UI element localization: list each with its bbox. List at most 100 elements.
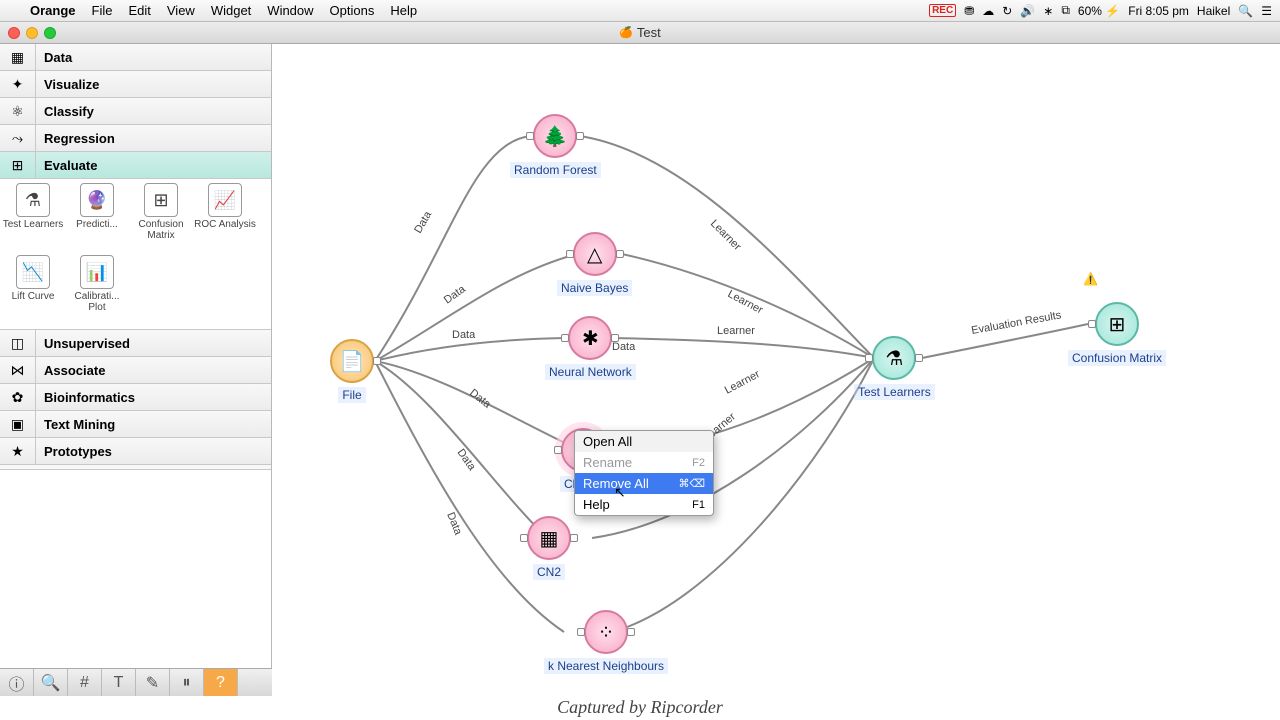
widget-lift-curve[interactable]: 📉Lift Curve (2, 255, 64, 325)
window-titlebar: Test (0, 22, 1280, 44)
category-label: Evaluate (36, 158, 97, 173)
clock[interactable]: Fri 8:05 pm (1128, 4, 1189, 18)
node-icon[interactable]: ▦ (527, 516, 571, 560)
volume-icon[interactable]: 🔊 (1020, 4, 1035, 18)
ctx-rename[interactable]: RenameF2 (575, 452, 713, 473)
tool-zoom[interactable]: 🔍 (34, 669, 68, 696)
window-title: Test (619, 25, 661, 40)
tool-grid[interactable]: # (68, 669, 102, 696)
category-regression[interactable]: ⤳Regression (0, 125, 271, 152)
menu-widget[interactable]: Widget (203, 3, 259, 18)
menu-edit[interactable]: Edit (120, 3, 158, 18)
tool-info[interactable]: ⓘ (0, 669, 34, 696)
notifications-icon[interactable]: ☰ (1261, 4, 1272, 18)
category-label: Unsupervised (36, 336, 130, 351)
maximize-button[interactable] (44, 27, 56, 39)
context-menu: Open All RenameF2 Remove All⌘⌫ HelpF1 (574, 430, 714, 516)
widget-confusion-matrix[interactable]: ⊞Confusion Matrix (130, 183, 192, 253)
menu-window[interactable]: Window (259, 3, 321, 18)
category-evaluate[interactable]: ⊞Evaluate (0, 152, 271, 179)
node-label: Naive Bayes (557, 280, 632, 296)
category-associate[interactable]: ⋈Associate (0, 357, 271, 384)
category-prototypes[interactable]: ★Prototypes (0, 438, 271, 465)
widget-label: Lift Curve (12, 291, 55, 302)
warning-icon: ⚠️ (1083, 272, 1098, 286)
category-data[interactable]: ▦Data (0, 44, 271, 71)
canvas-links: Data Data Data Data Data Data Data Learn… (272, 44, 1280, 692)
user-name[interactable]: Haikel (1197, 4, 1230, 18)
macos-menubar: Orange File Edit View Widget Window Opti… (0, 0, 1280, 22)
sync-icon[interactable]: ☁ (982, 4, 994, 18)
category-classify[interactable]: ⚛Classify (0, 98, 271, 125)
node-knn[interactable]: ⁘ k Nearest Neighbours (544, 610, 668, 674)
menu-help[interactable]: Help (382, 3, 425, 18)
node-cn2[interactable]: ▦CN2 (527, 516, 571, 580)
category-label: Associate (36, 363, 105, 378)
node-rf[interactable]: 🌲 Random Forest (510, 114, 601, 178)
widget-icon: ⚗ (16, 183, 50, 217)
regression-icon: ⤳ (0, 125, 36, 151)
widget-label: Calibrati... Plot (66, 291, 128, 313)
ctx-open-all[interactable]: Open All (575, 431, 713, 452)
widget-icon: 📈 (208, 183, 242, 217)
workflow-canvas[interactable]: Data Data Data Data Data Data Data Learn… (272, 44, 1280, 692)
category-text-mining[interactable]: ▣Text Mining (0, 411, 271, 438)
menu-view[interactable]: View (159, 3, 203, 18)
node-icon[interactable]: ⚗ (872, 336, 916, 380)
node-icon[interactable]: 📄 (330, 339, 374, 383)
widget-roc-analysis[interactable]: 📈 ROC Analysis (194, 183, 256, 253)
node-label: File (338, 387, 365, 403)
prototypes-icon: ★ (0, 438, 36, 464)
text-mining-icon: ▣ (0, 411, 36, 437)
tool-help[interactable]: ? (204, 669, 238, 696)
node-icon[interactable]: ⁘ (584, 610, 628, 654)
menu-options[interactable]: Options (322, 3, 383, 18)
widget-predicti-[interactable]: 🔮Predicti... (66, 183, 128, 253)
widget-label: ROC Analysis (194, 219, 256, 230)
widget-calibrati-plot[interactable]: 📊Calibrati... Plot (66, 255, 128, 325)
ctx-remove-all[interactable]: Remove All⌘⌫ (575, 473, 713, 494)
widget-label: Predicti... (76, 219, 118, 230)
node-icon[interactable]: ⊞ (1095, 302, 1139, 346)
spotlight-icon[interactable]: 🔍 (1238, 4, 1253, 18)
category-visualize[interactable]: ✦Visualize (0, 71, 271, 98)
node-icon[interactable]: 🌲 (533, 114, 577, 158)
node-icon[interactable]: ✱ (568, 316, 612, 360)
node-nb[interactable]: △ Naive Bayes (557, 232, 632, 296)
category-unsupervised[interactable]: ◫Unsupervised (0, 330, 271, 357)
app-menu[interactable]: Orange (22, 3, 84, 18)
widget-test-learners[interactable]: ⚗Test Learners (2, 183, 64, 253)
node-tl[interactable]: ⚗Test Learners (854, 336, 935, 400)
ctx-help[interactable]: HelpF1 (575, 494, 713, 515)
node-label: Random Forest (510, 162, 601, 178)
svg-text:Data: Data (442, 283, 469, 307)
menu-file[interactable]: File (84, 3, 121, 18)
node-icon[interactable]: △ (573, 232, 617, 276)
watermark: Captured by Ripcorder (557, 697, 723, 718)
category-label: Classify (36, 104, 94, 119)
tool-edit[interactable]: ✎ (136, 669, 170, 696)
svg-text:Learner: Learner (723, 368, 762, 397)
minimize-button[interactable] (26, 27, 38, 39)
category-bioinformatics[interactable]: ✿Bioinformatics (0, 384, 271, 411)
node-file[interactable]: 📄 File (330, 339, 374, 403)
evaluate-widget-palette: ⚗Test Learners🔮Predicti...⊞Confusion Mat… (0, 179, 271, 330)
close-button[interactable] (8, 27, 20, 39)
node-cm[interactable]: ⊞Confusion Matrix (1068, 302, 1166, 366)
window-controls (0, 27, 56, 39)
svg-text:Data: Data (452, 329, 476, 341)
battery-status[interactable]: 60% ⚡ (1078, 4, 1120, 18)
widget-icon: 📊 (80, 255, 114, 289)
svg-text:Data: Data (444, 511, 464, 538)
tool-pause[interactable]: ⏸ (170, 669, 204, 696)
node-nn[interactable]: ✱Neural Network (545, 316, 636, 380)
dropbox-icon[interactable]: ⛃ (964, 4, 974, 18)
bluetooth-icon[interactable]: ∗ (1043, 4, 1053, 18)
tool-text[interactable]: T (102, 669, 136, 696)
menubar-status: REC ⛃ ☁ ↻ 🔊 ∗ ⧉ 60% ⚡ Fri 8:05 pm Haikel… (929, 3, 1280, 18)
node-label: k Nearest Neighbours (544, 658, 668, 674)
evaluate-icon: ⊞ (0, 152, 36, 178)
timemachine-icon[interactable]: ↻ (1002, 4, 1012, 18)
recording-indicator-icon: REC (929, 4, 956, 17)
wifi-icon[interactable]: ⧉ (1061, 3, 1070, 18)
